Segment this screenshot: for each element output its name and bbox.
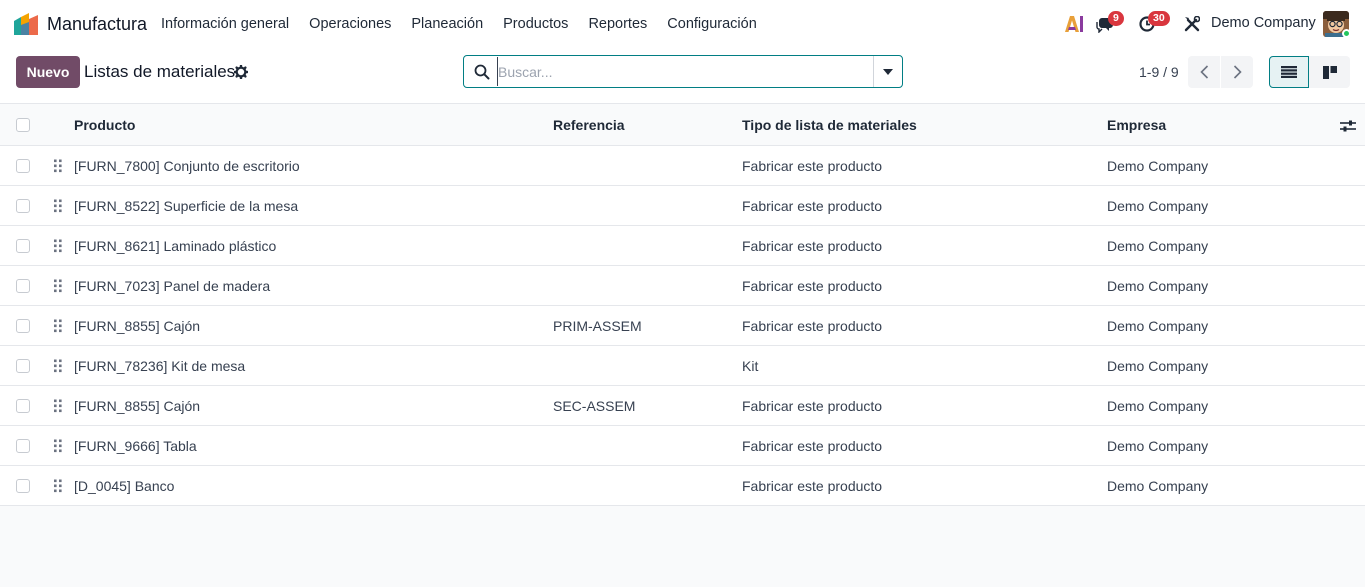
table-row[interactable]: [FURN_7023] Panel de madera Fabricar est…	[0, 266, 1365, 306]
main-menu: Información general Operaciones Planeaci…	[151, 0, 767, 48]
table-row[interactable]: [FURN_78236] Kit de mesa Kit Demo Compan…	[0, 346, 1365, 386]
bom-list: Producto Referencia Tipo de lista de mat…	[0, 105, 1365, 506]
drag-handle-icon[interactable]	[53, 479, 63, 493]
new-button[interactable]: Nuevo	[16, 56, 80, 88]
cell-bom-type: Fabricar este producto	[742, 157, 883, 174]
menu-operaciones[interactable]: Operaciones	[299, 16, 401, 32]
drag-handle-icon[interactable]	[53, 239, 63, 253]
search-input[interactable]	[497, 57, 872, 86]
row-checkbox[interactable]	[16, 479, 30, 493]
cell-product: [FURN_7800] Conjunto de escritorio	[74, 157, 300, 174]
row-checkbox[interactable]	[16, 319, 30, 333]
top-navbar: Manufactura Información general Operacio…	[0, 0, 1365, 48]
chevron-right-icon	[1233, 65, 1242, 79]
cell-company: Demo Company	[1107, 157, 1209, 174]
cell-company: Demo Company	[1107, 357, 1209, 374]
row-checkbox[interactable]	[16, 279, 30, 293]
activities-badge: 30	[1148, 11, 1170, 26]
cell-company: Demo Company	[1107, 477, 1209, 494]
cell-bom-type: Kit	[742, 357, 759, 374]
search-options-toggle[interactable]	[873, 56, 902, 87]
tools-icon[interactable]	[1184, 16, 1200, 32]
row-checkbox[interactable]	[16, 439, 30, 453]
manufacturing-app-icon[interactable]	[12, 13, 40, 35]
company-switcher[interactable]: Demo Company	[1211, 15, 1316, 31]
drag-handle-icon[interactable]	[53, 279, 63, 293]
drag-handle-icon[interactable]	[53, 159, 63, 173]
cell-product: [FURN_8522] Superficie de la mesa	[74, 197, 299, 214]
cell-bom-type: Fabricar este producto	[742, 437, 883, 454]
cell-bom-type: Fabricar este producto	[742, 237, 883, 254]
online-status-dot	[1342, 29, 1351, 38]
app-name[interactable]: Manufactura	[47, 14, 147, 35]
cell-product: [FURN_8855] Cajón	[74, 397, 201, 414]
ai-icon[interactable]	[1065, 16, 1084, 32]
row-checkbox[interactable]	[16, 159, 30, 173]
sliders-icon[interactable]	[1340, 119, 1356, 133]
row-checkbox[interactable]	[16, 359, 30, 373]
pager-value[interactable]: 1-9 / 9	[1139, 64, 1179, 80]
drag-handle-icon[interactable]	[53, 199, 63, 213]
table-row[interactable]: [FURN_8621] Laminado plástico Fabricar e…	[0, 226, 1365, 266]
cell-product: [FURN_7023] Panel de madera	[74, 277, 271, 294]
pager-next-button[interactable]	[1221, 56, 1253, 88]
menu-informacion-general[interactable]: Información general	[151, 16, 299, 32]
drag-handle-icon[interactable]	[53, 359, 63, 373]
cell-company: Demo Company	[1107, 277, 1209, 294]
cell-product: [FURN_8621] Laminado plástico	[74, 237, 277, 254]
gear-icon[interactable]	[234, 65, 248, 79]
table-row[interactable]: [D_0045] Banco Fabricar este producto De…	[0, 466, 1365, 506]
row-checkbox[interactable]	[16, 199, 30, 213]
column-header-company[interactable]: Empresa	[1107, 105, 1166, 145]
cell-bom-type: Fabricar este producto	[742, 197, 883, 214]
caret-down-icon	[883, 68, 893, 75]
drag-handle-icon[interactable]	[53, 319, 63, 333]
cell-company: Demo Company	[1107, 237, 1209, 254]
table-row[interactable]: [FURN_8522] Superficie de la mesa Fabric…	[0, 186, 1365, 226]
cell-bom-type: Fabricar este producto	[742, 397, 883, 414]
table-row[interactable]: [FURN_7800] Conjunto de escritorio Fabri…	[0, 146, 1365, 186]
cell-product: [D_0045] Banco	[74, 477, 175, 494]
menu-configuracion[interactable]: Configuración	[657, 16, 766, 32]
drag-handle-icon[interactable]	[53, 399, 63, 413]
kanban-view-button[interactable]	[1309, 56, 1350, 88]
kanban-view-icon	[1322, 65, 1337, 79]
cell-bom-type: Fabricar este producto	[742, 277, 883, 294]
cell-company: Demo Company	[1107, 197, 1209, 214]
cell-reference: PRIM-ASSEM	[553, 317, 642, 334]
pager-previous-button[interactable]	[1188, 56, 1220, 88]
search-icon	[474, 64, 490, 80]
search-bar	[463, 55, 903, 88]
cell-bom-type: Fabricar este producto	[742, 317, 883, 334]
table-row[interactable]: [FURN_9666] Tabla Fabricar este producto…	[0, 426, 1365, 466]
chevron-left-icon	[1199, 65, 1208, 79]
drag-handle-icon[interactable]	[53, 439, 63, 453]
cell-product: [FURN_78236] Kit de mesa	[74, 357, 246, 374]
list-view-icon	[1281, 66, 1297, 78]
table-row[interactable]: [FURN_8855] Cajón SEC-ASSEM Fabricar est…	[0, 386, 1365, 426]
cell-bom-type: Fabricar este producto	[742, 477, 883, 494]
table-header: Producto Referencia Tipo de lista de mat…	[0, 105, 1365, 146]
messages-badge: 9	[1108, 11, 1124, 26]
select-all-checkbox[interactable]	[16, 118, 30, 132]
row-checkbox[interactable]	[16, 399, 30, 413]
control-panel: Nuevo Listas de materiales 1-9 / 9	[0, 48, 1365, 104]
cell-company: Demo Company	[1107, 437, 1209, 454]
menu-productos[interactable]: Productos	[493, 16, 578, 32]
cell-reference: SEC-ASSEM	[553, 397, 636, 414]
column-header-product[interactable]: Producto	[74, 105, 135, 145]
cell-company: Demo Company	[1107, 317, 1209, 334]
table-row[interactable]: [FURN_8855] Cajón PRIM-ASSEM Fabricar es…	[0, 306, 1365, 346]
menu-planeacion[interactable]: Planeación	[401, 16, 493, 32]
cell-product: [FURN_9666] Tabla	[74, 437, 197, 454]
column-header-bom-type[interactable]: Tipo de lista de materiales	[742, 105, 917, 145]
list-view-button[interactable]	[1269, 56, 1309, 88]
row-checkbox[interactable]	[16, 239, 30, 253]
cell-product: [FURN_8855] Cajón	[74, 317, 201, 334]
cell-company: Demo Company	[1107, 397, 1209, 414]
menu-reportes[interactable]: Reportes	[578, 16, 657, 32]
column-header-reference[interactable]: Referencia	[553, 105, 625, 145]
page-title: Listas de materiales	[84, 62, 236, 81]
